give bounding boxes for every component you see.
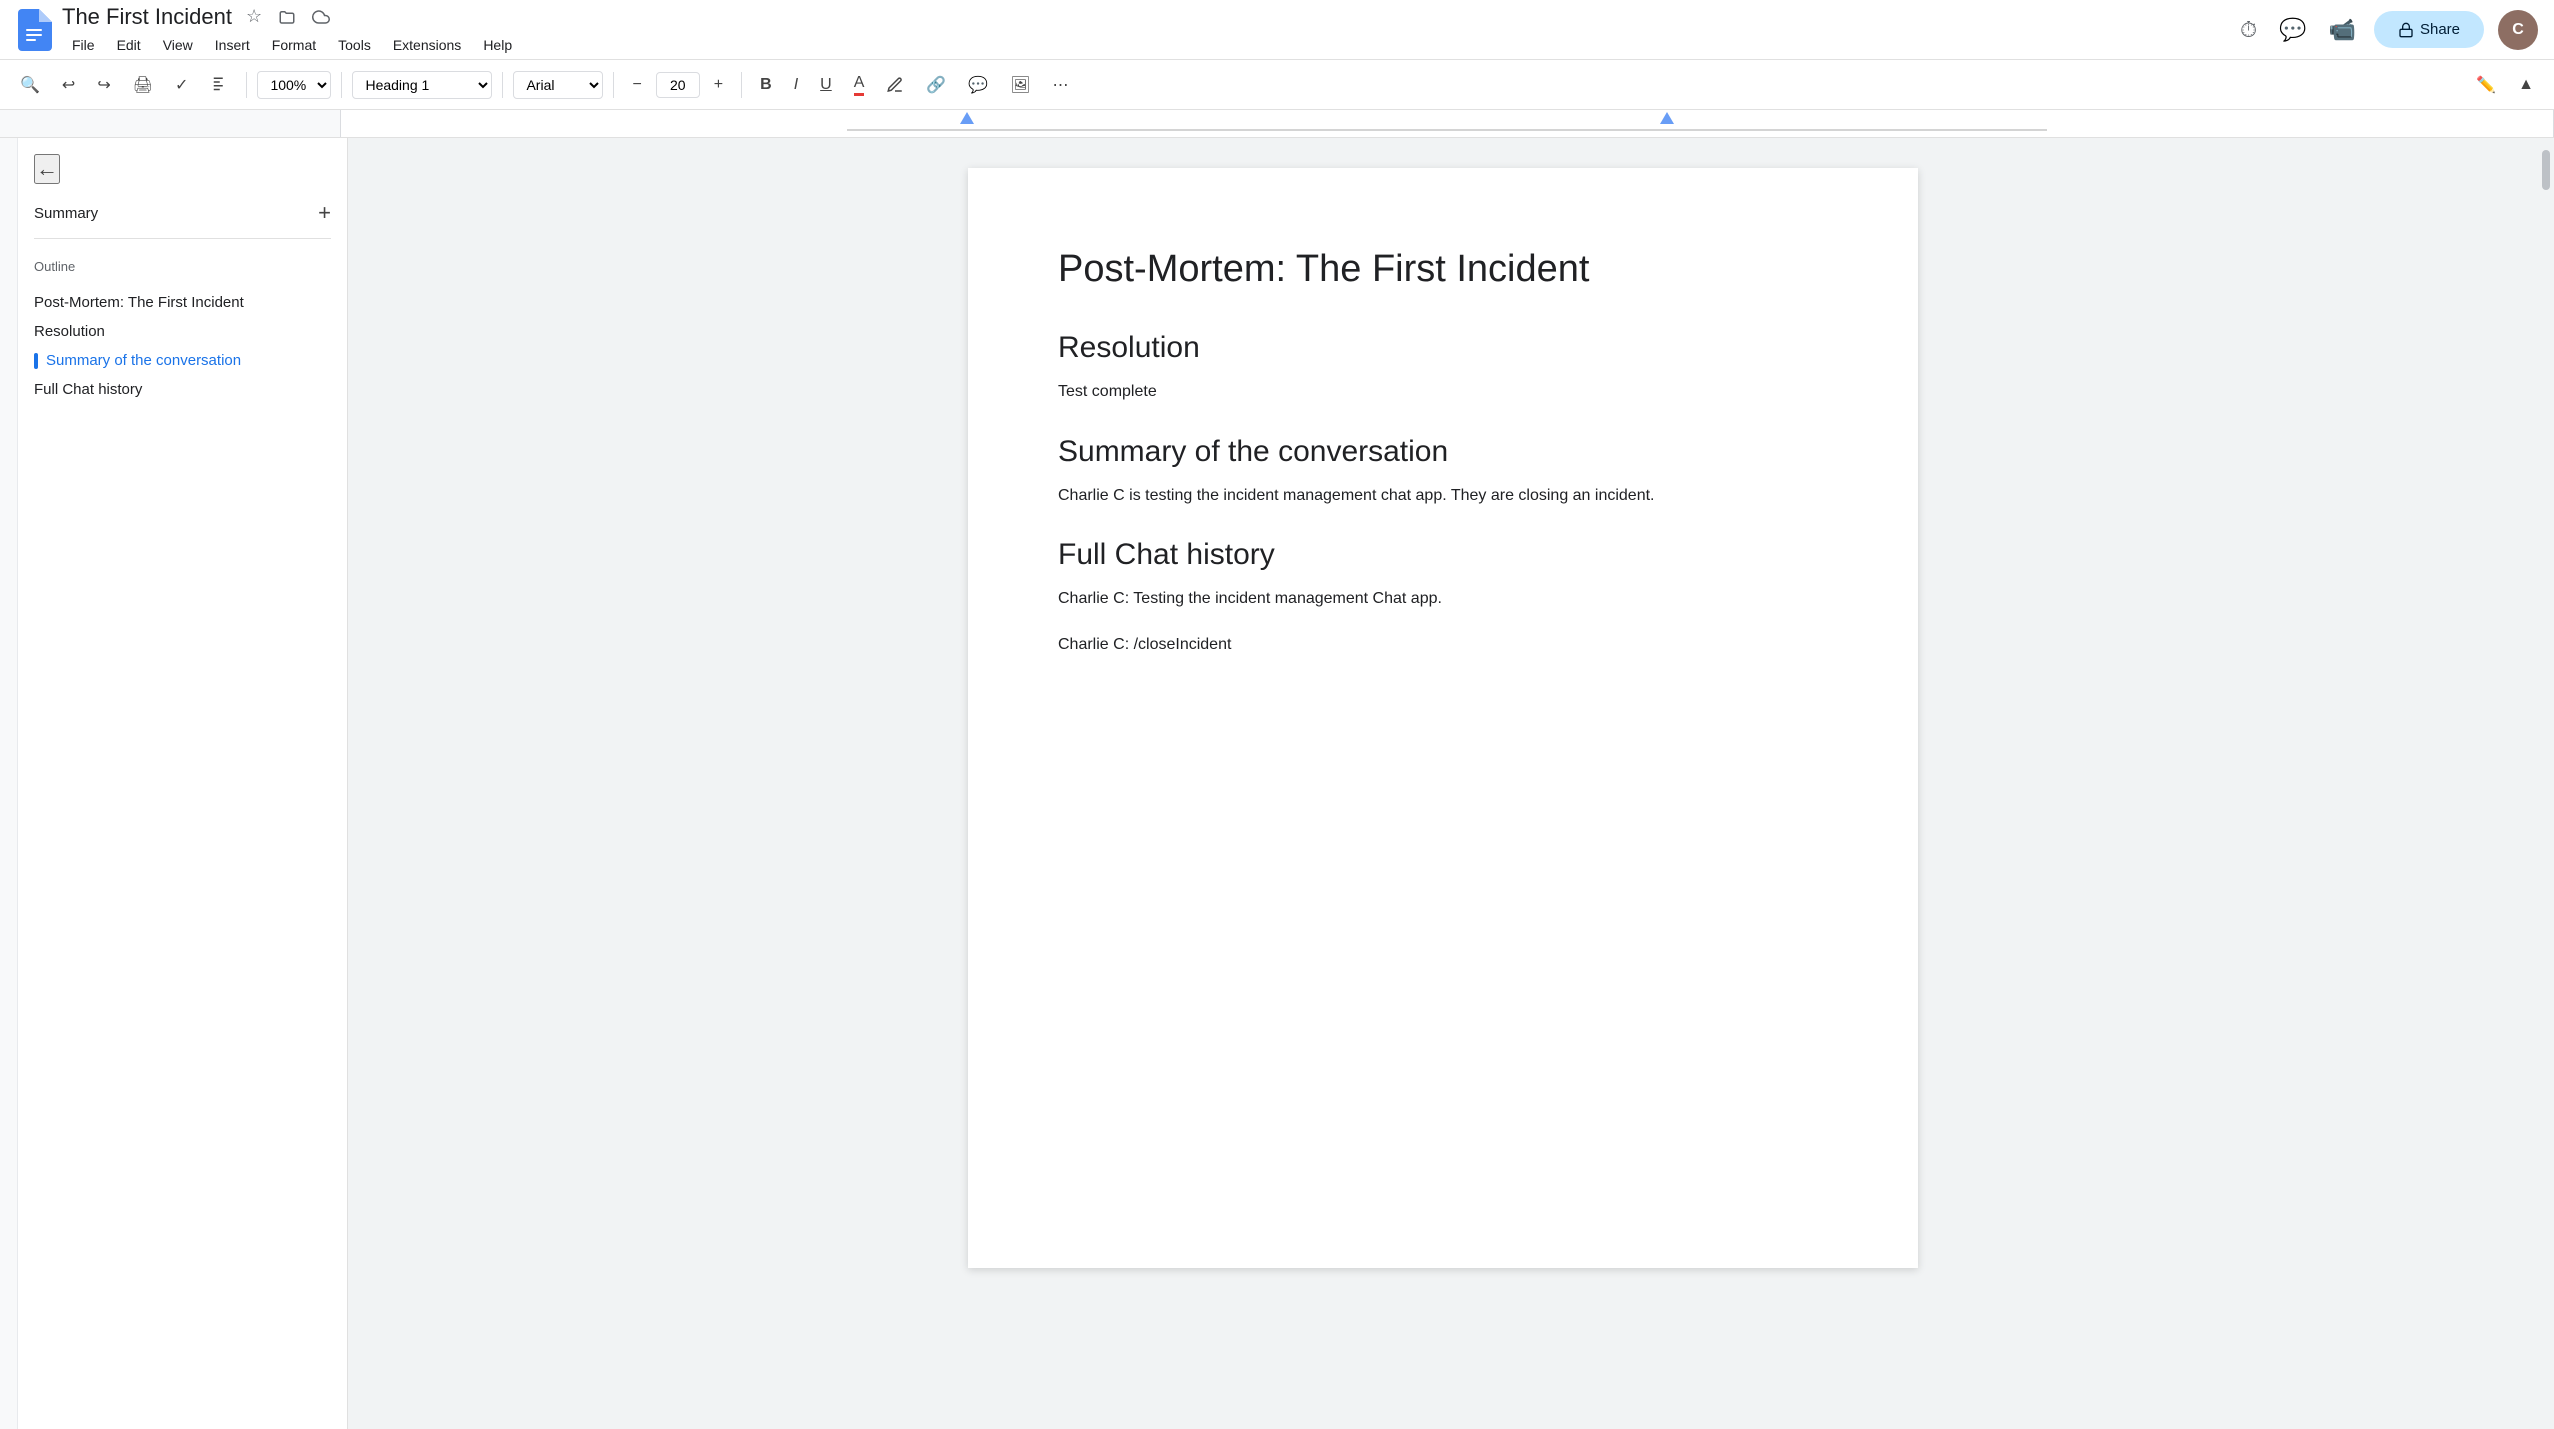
extensions-menu[interactable]: Extensions (383, 33, 471, 57)
toolbar-separator-2 (341, 72, 342, 98)
toolbar-separator-4 (613, 72, 614, 98)
doc-body-summary: Charlie C is testing the incident manage… (1058, 483, 1828, 509)
insert-menu[interactable]: Insert (205, 33, 260, 57)
doc-body-resolution: Test complete (1058, 379, 1828, 405)
title-section: The First Incident ☆ File Edit View Inse… (62, 2, 2236, 57)
font-size-increase[interactable]: + (706, 70, 731, 100)
avatar[interactable]: C (2498, 10, 2538, 50)
doc-page: Post-Mortem: The First Incident Resoluti… (968, 168, 1918, 1268)
summary-label: Summary (34, 205, 98, 222)
highlight-button[interactable] (878, 70, 912, 100)
format-menu[interactable]: Format (262, 33, 326, 57)
doc-heading-resolution: Resolution (1058, 331, 1828, 365)
outline-item-3[interactable]: Full Chat history (34, 375, 331, 404)
view-menu[interactable]: View (153, 33, 203, 57)
outline-item-2[interactable]: Summary of the conversation (34, 346, 331, 375)
video-button[interactable]: 📹 (2325, 13, 2360, 47)
docs-icon (16, 9, 52, 51)
folder-button[interactable] (274, 4, 300, 30)
toolbar-right: ✏️ ▲ (2468, 69, 2542, 101)
share-button[interactable]: Share (2374, 11, 2484, 48)
toolbar-separator-3 (502, 72, 503, 98)
ruler (0, 110, 2554, 138)
spellcheck-button[interactable]: ✓ (167, 69, 196, 101)
comments-button[interactable]: 💬 (2275, 13, 2310, 47)
toolbar-separator-1 (246, 72, 247, 98)
title-icons: ☆ (242, 2, 334, 31)
share-label: Share (2420, 21, 2460, 38)
doc-area[interactable]: Post-Mortem: The First Incident Resoluti… (348, 138, 2538, 1429)
more-button[interactable]: ⋯ (1045, 69, 1077, 101)
doc-heading-chat: Full Chat history (1058, 538, 1828, 572)
collapse-toolbar-button[interactable]: ▲ (2510, 70, 2542, 100)
comment-button[interactable]: 💬 (960, 69, 996, 101)
sidebar-back-button[interactable]: ← (34, 154, 60, 184)
sidebar-divider (34, 238, 331, 239)
text-color-button[interactable]: A (846, 68, 873, 102)
redo-button[interactable]: ↪ (89, 69, 118, 101)
doc-body-chat-line-2: Charlie C: /closeIncident (1058, 632, 1828, 658)
outline-item-1[interactable]: Resolution (34, 317, 331, 346)
font-size-input[interactable] (656, 72, 700, 98)
history-button[interactable]: ⏱ (2236, 13, 2261, 47)
sidebar: ← Summary + Outline Post-Mortem: The Fir… (18, 138, 348, 1429)
underline-button[interactable]: U (812, 70, 840, 100)
tools-menu[interactable]: Tools (328, 33, 381, 57)
file-menu[interactable]: File (62, 33, 105, 57)
doc-heading-summary: Summary of the conversation (1058, 435, 1828, 469)
font-size-decrease[interactable]: − (624, 70, 649, 100)
edit-mode-button[interactable]: ✏️ (2468, 69, 2504, 101)
help-menu[interactable]: Help (473, 33, 522, 57)
cloud-button[interactable] (308, 4, 334, 30)
toolbar: 🔍 ↩ ↪ 🖨 ✓ 100% Heading 1 Arial − + B I U… (0, 60, 2554, 110)
doc-main-title: Post-Mortem: The First Incident (1058, 248, 1828, 291)
doc-body-chat-line-1: Charlie C: Testing the incident manageme… (1058, 586, 1828, 612)
ruler-inner (340, 110, 2554, 137)
outline-label: Outline (34, 259, 331, 274)
right-scrollbar[interactable] (2538, 138, 2554, 1429)
main-layout: ← Summary + Outline Post-Mortem: The Fir… (0, 138, 2554, 1429)
title-bar-right: ⏱ 💬 📹 Share C (2236, 10, 2538, 50)
italic-button[interactable]: I (786, 70, 806, 100)
menu-bar: File Edit View Insert Format Tools Exten… (62, 33, 2236, 57)
print-button[interactable]: 🖨 (125, 69, 161, 101)
search-button[interactable]: 🔍 (12, 69, 48, 101)
edit-menu[interactable]: Edit (107, 33, 151, 57)
outline-item-0[interactable]: Post-Mortem: The First Incident (34, 288, 331, 317)
undo-button[interactable]: ↩ (54, 69, 83, 101)
left-margin (0, 138, 18, 1429)
scrollbar-thumb[interactable] (2542, 150, 2550, 190)
doc-title[interactable]: The First Incident (62, 4, 232, 30)
image-button[interactable]: 🖼 (1002, 69, 1038, 101)
style-select[interactable]: Heading 1 (352, 71, 492, 99)
summary-row: Summary + (34, 200, 331, 226)
link-button[interactable]: 🔗 (918, 69, 954, 101)
title-bar: The First Incident ☆ File Edit View Inse… (0, 0, 2554, 60)
font-select[interactable]: Arial (513, 71, 603, 99)
toolbar-separator-5 (741, 72, 742, 98)
paintformat-button[interactable] (202, 70, 236, 100)
star-button[interactable]: ☆ (242, 2, 266, 31)
zoom-select[interactable]: 100% (257, 71, 331, 99)
summary-add-button[interactable]: + (318, 200, 331, 226)
bold-button[interactable]: B (752, 70, 780, 100)
